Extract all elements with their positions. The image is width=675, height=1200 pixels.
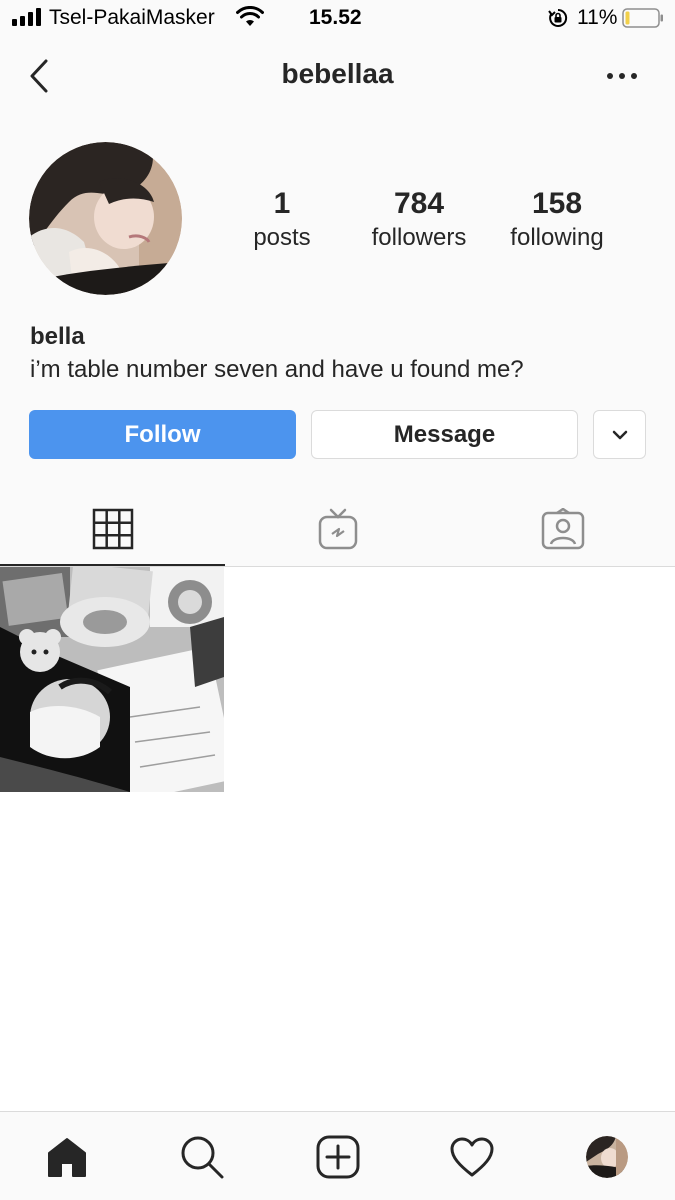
nav-search[interactable] [179,1134,225,1180]
posts-count-value: 1 [273,187,291,220]
nav-new-post[interactable] [315,1134,361,1180]
tab-grid[interactable] [0,492,225,566]
ellipsis-icon[interactable] [600,62,644,90]
nav-profile[interactable] [584,1134,630,1180]
grid-icon [92,508,133,550]
followers-count-value: 784 [393,187,445,220]
home-icon [48,1138,86,1177]
profile-bio: i’m table number seven and have u found … [30,356,524,383]
add-post-icon [316,1135,360,1179]
profile-avatar [586,1136,628,1178]
battery-icon [622,8,663,28]
nav-activity[interactable] [449,1134,495,1180]
suggested-accounts-button[interactable] [593,410,646,459]
page-title: bebellaa [281,58,394,89]
avatar[interactable] [29,142,182,295]
profile-name: bella [30,323,85,350]
following-count-value: 158 [531,187,583,220]
status-time: 15.52 [309,6,362,29]
nav-home[interactable] [44,1134,90,1180]
carrier-name: Tsel-PakaiMasker [49,6,215,29]
tagged-user-icon [541,508,584,550]
rotation-lock-icon [548,8,568,27]
battery-percentage: 11% [577,6,618,29]
followers-count-label: followers [371,224,467,251]
posts-count-label: posts [253,224,311,251]
followers-count[interactable]: 784 followers [344,186,494,254]
igtv-icon [318,508,357,550]
chevron-down-icon [612,430,627,439]
tab-igtv[interactable] [225,492,450,566]
posts-count[interactable]: 1 posts [207,186,357,254]
status-bar: Tsel-PakaiMasker 15.52 11% [0,0,675,38]
wifi-icon [236,6,264,26]
bottom-navigation [0,1111,675,1200]
following-count[interactable]: 158 following [482,186,632,254]
post-thumbnail[interactable] [0,567,224,792]
message-button[interactable]: Message [311,410,578,459]
heart-icon [450,1137,494,1177]
search-icon [181,1136,224,1179]
following-count-label: following [510,224,604,251]
signal-icon [12,8,41,26]
tab-tagged[interactable] [450,492,675,566]
follow-button[interactable]: Follow [29,410,296,459]
